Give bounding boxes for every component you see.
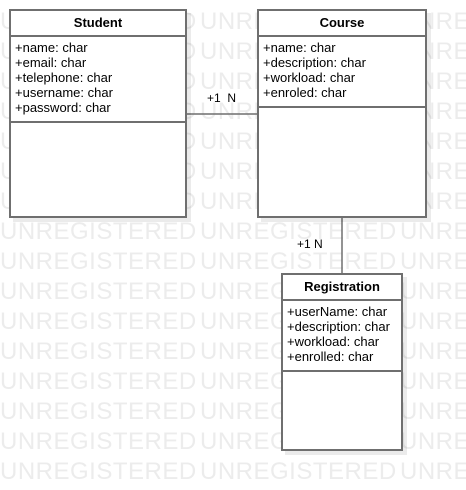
class-course[interactable]: Course +name: char +description: char +w… xyxy=(257,9,427,218)
attribute: +name: char xyxy=(263,40,336,55)
attribute: +userName: char xyxy=(287,304,388,319)
attribute: +email: char xyxy=(15,55,87,70)
attribute: +telephone: char xyxy=(15,70,113,85)
attribute: +enrolled: char xyxy=(287,349,374,364)
attribute: +name: char xyxy=(15,40,88,55)
attribute: +description: char xyxy=(263,55,366,70)
attribute: +description: char xyxy=(287,319,390,334)
class-student-name: Student xyxy=(11,11,185,37)
attribute: +workload: char xyxy=(263,70,356,85)
attribute: +enroled: char xyxy=(263,85,347,100)
multiplicity-student-course: +1 N xyxy=(207,91,237,105)
multiplicity-course-registration: +1 N xyxy=(297,237,323,251)
class-registration[interactable]: Registration +userName: char +descriptio… xyxy=(281,273,403,451)
class-course-name: Course xyxy=(259,11,425,37)
class-student[interactable]: Student +name: char +email: char +teleph… xyxy=(9,9,187,218)
attribute: +username: char xyxy=(15,85,113,100)
attribute: +password: char xyxy=(15,100,111,115)
class-course-attributes: +name: char +description: char +workload… xyxy=(259,37,425,108)
class-registration-attributes: +userName: char +description: char +work… xyxy=(283,301,401,372)
class-registration-name: Registration xyxy=(283,275,401,301)
attribute: +workload: char xyxy=(287,334,380,349)
class-student-attributes: +name: char +email: char +telephone: cha… xyxy=(11,37,185,123)
